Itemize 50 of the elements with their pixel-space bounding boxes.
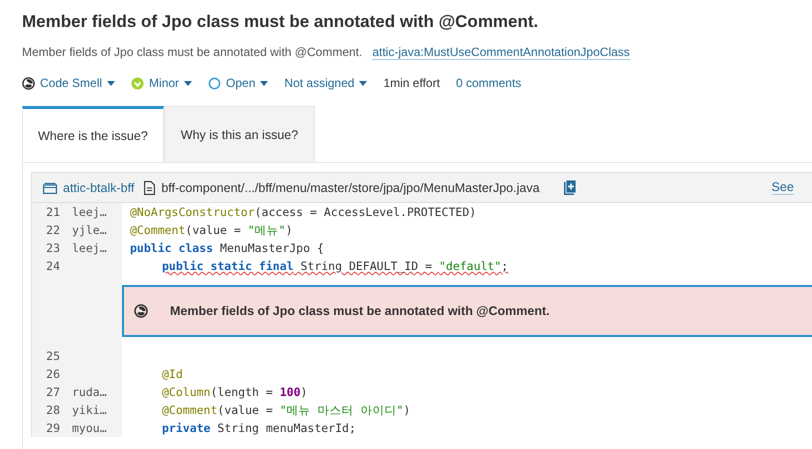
line-number: 24: [45, 258, 60, 275]
code-line: @Column(length = 100): [161, 384, 308, 401]
issue-message-box[interactable]: Member fields of Jpo class must be annotated with @Comment.: [122, 285, 812, 337]
tab[interactable]: Why is this an issue?: [164, 106, 316, 162]
issue-message: Member fields of Jpo class must be annotated with @Comment.: [170, 303, 550, 320]
assignee-dropdown[interactable]: Not assigned: [284, 76, 368, 90]
line-author: leej…: [71, 204, 108, 221]
project-icon: [43, 182, 57, 194]
line-author: myou…: [71, 420, 108, 437]
line-number: 22: [45, 222, 60, 239]
caret-icon: [260, 80, 268, 86]
line-number: 29: [45, 420, 60, 437]
file-path: bff-component/.../bff/menu/master/store/jpa/jpo/MenuMasterJpo.java: [161, 180, 540, 194]
minor-severity-icon: [131, 76, 144, 90]
line-author: yiki…: [71, 402, 108, 419]
effort-link[interactable]: 1min effort: [383, 76, 440, 90]
line-number: 27: [45, 384, 60, 401]
line-number: 21: [45, 204, 60, 221]
type-dropdown[interactable]: Code Smell: [22, 76, 116, 90]
add-file-icon[interactable]: [564, 180, 576, 195]
code-line: @Comment(value = "메뉴 마스터 아이디"): [161, 402, 410, 419]
code-line: @NoArgsConstructor(access = AccessLevel.PROTECTED): [129, 204, 476, 221]
code-line: private String menuMasterId;: [161, 420, 356, 437]
see-link[interactable]: See: [772, 180, 794, 195]
code-line: public static final String DEFAULT_ID = "default";: [161, 258, 508, 275]
tab[interactable]: Where is the issue?: [22, 106, 164, 162]
caret-icon: [359, 80, 368, 86]
issue-title: Member fields of Jpo class must be annotated with @Comment.: [22, 12, 540, 32]
line-number: 28: [45, 402, 60, 419]
issue-description: Member fields of Jpo class must be annotated with @Comment.: [22, 45, 362, 59]
comments-link[interactable]: 0 comments: [456, 76, 522, 90]
code-line: @Id: [161, 366, 183, 383]
code-smell-icon: [22, 76, 35, 90]
rule-link[interactable]: attic-java:MustUseCommentAnnotationJpoClass: [372, 45, 630, 60]
line-number: 23: [45, 240, 60, 257]
line-author: leej…: [71, 240, 108, 257]
code-line: @Comment(value = "메뉴"): [129, 222, 292, 239]
code-smell-icon: [134, 304, 148, 318]
line-author: ruda…: [71, 384, 108, 401]
line-number: 26: [45, 366, 60, 383]
caret-icon: [184, 80, 192, 86]
line-author: yjle…: [71, 222, 108, 239]
open-status-icon: [208, 76, 222, 90]
severity-dropdown[interactable]: Minor: [131, 76, 192, 90]
project-link[interactable]: attic-btalk-bff: [63, 180, 134, 194]
file-icon: [144, 180, 156, 194]
status-dropdown[interactable]: Open: [208, 76, 268, 90]
caret-icon: [107, 80, 116, 86]
code-line: public class MenuMasterJpo {: [129, 240, 324, 257]
line-number: 25: [45, 348, 60, 365]
